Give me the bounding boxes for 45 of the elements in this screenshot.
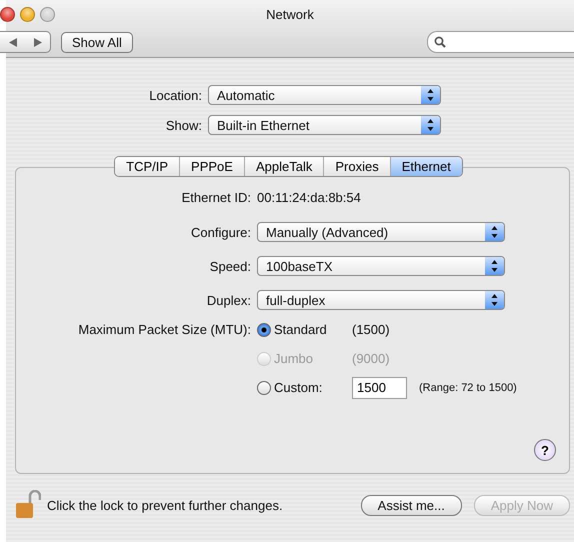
show-all-button[interactable]: Show All: [61, 32, 133, 52]
field-label: Maximum Packet Size (MTU):: [77, 321, 251, 339]
help-button[interactable]: ?: [534, 439, 556, 461]
range-hint: (Range: 72 to 1500): [419, 382, 517, 394]
option-value: (9000): [352, 351, 390, 366]
stepper-icon: [485, 223, 504, 241]
minimize-button[interactable]: [20, 6, 35, 22]
back-icon[interactable]: [8, 38, 16, 46]
forward-icon[interactable]: [34, 38, 42, 46]
search-field[interactable]: [427, 31, 574, 53]
popup-menu[interactable]: Built-in Ethernet: [208, 115, 441, 135]
popup-menu[interactable]: 100baseTX: [257, 256, 505, 276]
popup-menu[interactable]: Automatic: [208, 85, 441, 105]
tab[interactable]: AppleTalk: [244, 157, 324, 176]
radio-button[interactable]: [257, 322, 271, 336]
field-label: Ethernet ID:: [180, 190, 251, 205]
tab[interactable]: Proxies: [324, 157, 391, 176]
lock-message: Click the lock to prevent further changes.: [47, 498, 283, 512]
radio-label: Standard: [274, 322, 328, 337]
back-forward-control[interactable]: [0, 31, 51, 53]
stepper-icon: [485, 291, 504, 309]
popup-menu[interactable]: full-duplex: [257, 290, 505, 310]
search-icon: [434, 36, 446, 48]
radio-label: Jumbo: [274, 351, 314, 366]
action-button[interactable]: Assist me...: [360, 494, 462, 516]
lock-icon: [15, 490, 41, 520]
stepper-icon: [485, 257, 504, 275]
field-label: Speed:: [208, 258, 251, 274]
option-value: (1500): [352, 322, 390, 337]
field-label: Location:: [148, 88, 202, 102]
window-title: Network: [266, 6, 314, 22]
ethernet-id-value: 00:11:24:da:8b:54: [257, 190, 362, 205]
tab[interactable]: Ethernet: [390, 157, 462, 176]
tab[interactable]: TCP/IP: [115, 157, 180, 176]
field-label: Duplex:: [206, 292, 251, 308]
stepper-icon: [421, 86, 440, 104]
field-label: Show:: [164, 118, 202, 132]
tab[interactable]: PPPoE: [180, 157, 245, 176]
close-button[interactable]: [0, 6, 15, 22]
popup-menu[interactable]: Manually (Advanced): [257, 222, 505, 242]
stepper-icon: [421, 116, 440, 134]
radio-button[interactable]: [257, 380, 271, 394]
input-field[interactable]: 1500: [352, 376, 407, 398]
field-label: Configure:: [190, 224, 251, 240]
radio-label: Custom:: [274, 380, 324, 395]
